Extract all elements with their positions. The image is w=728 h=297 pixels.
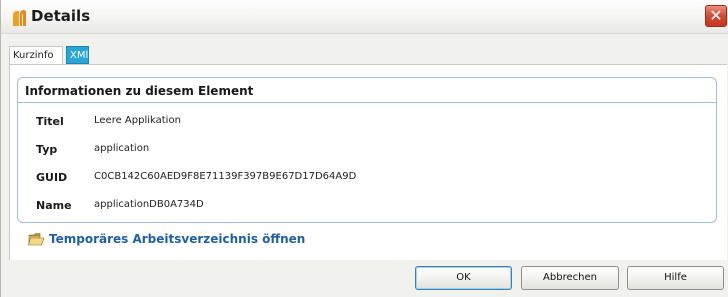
ok-button[interactable]: OK [415, 266, 512, 290]
type-value: application [94, 143, 150, 154]
guid-value: C0CB142C60AED9F8E71139F397B9E67D17D64A9D [94, 171, 357, 182]
app-logo-icon [13, 10, 26, 26]
close-button[interactable]: ✕ [705, 5, 727, 27]
tab-xml[interactable]: XMl [66, 46, 89, 64]
name-value: applicationDB0A734D [94, 199, 204, 210]
info-group-title: Informationen zu diesem Element [25, 84, 254, 98]
title-bar: Details ✕ [1, 0, 728, 34]
title-value: Leere Applikation [94, 115, 181, 126]
folder-open-icon [28, 233, 45, 246]
title-label: Titel [36, 115, 64, 128]
open-temp-folder-label: Temporäres Arbeitsverzeichnis öffnen [49, 232, 306, 246]
open-temp-folder-link[interactable]: Temporäres Arbeitsverzeichnis öffnen [28, 230, 305, 248]
tab-kurzinfo[interactable]: Kurzinfo [9, 46, 63, 65]
type-label: Typ [36, 143, 58, 156]
details-dialog: Details ✕ Kurzinfo XMl Informationen zu … [0, 0, 728, 297]
guid-label: GUID [36, 171, 68, 184]
close-icon: ✕ [709, 6, 723, 25]
name-label: Name [36, 199, 72, 212]
window-title: Details [31, 7, 91, 25]
cancel-button[interactable]: Abbrechen [521, 266, 619, 290]
help-button[interactable]: Hilfe [627, 266, 724, 290]
